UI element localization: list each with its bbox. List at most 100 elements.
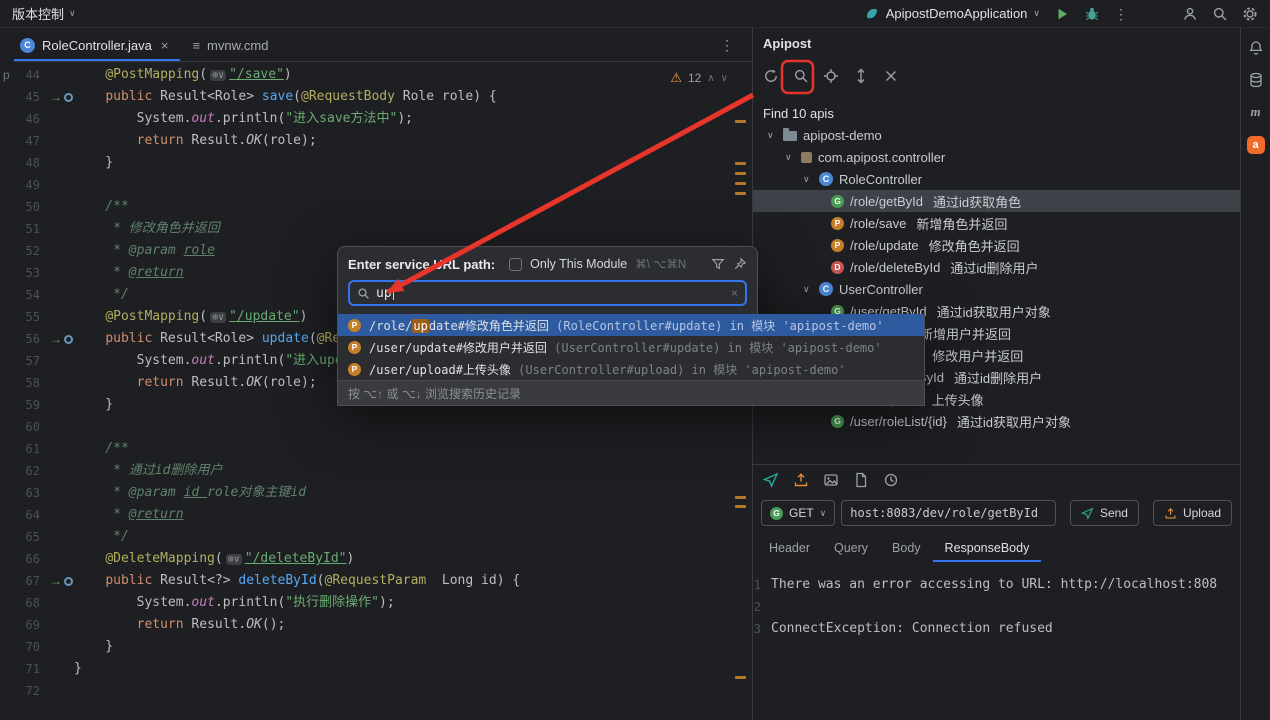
line-number[interactable]: 68 <box>14 592 50 614</box>
code-line[interactable]: 60 <box>0 416 752 438</box>
code-text[interactable]: } <box>74 658 82 680</box>
line-number[interactable]: 55 <box>14 306 50 328</box>
chevron-down-icon[interactable]: ∨ <box>767 130 777 141</box>
code-line[interactable]: 61 /** <box>0 438 752 460</box>
line-number[interactable]: 71 <box>14 658 50 680</box>
code-text[interactable]: } <box>74 636 113 658</box>
code-line[interactable]: 46 System.out.println("进入save方法中"); <box>0 108 752 130</box>
code-line[interactable]: 62 * 通过id删除用户 <box>0 460 752 482</box>
tab-query[interactable]: Query <box>822 534 880 562</box>
line-number[interactable]: 67 <box>14 570 50 592</box>
code-line[interactable]: 71} <box>0 658 752 680</box>
code-text[interactable]: @PostMapping(⊕∨ "/update") <box>74 306 307 328</box>
line-number[interactable]: 56 <box>14 328 50 350</box>
tool-stripe-label[interactable]: p <box>3 68 10 82</box>
code-text[interactable]: public Result<Role> save(@RequestBody Ro… <box>74 86 496 108</box>
warning-stripe-mark[interactable] <box>735 676 746 679</box>
code-text[interactable]: * 通过id删除用户 <box>74 460 222 482</box>
code-line[interactable]: 44 @PostMapping(⊕∨ "/save") <box>0 64 752 86</box>
code-text[interactable]: return Result.OK(); <box>74 614 286 636</box>
locate-icon[interactable] <box>823 68 839 84</box>
code-text[interactable]: * @return <box>74 262 183 284</box>
code-line[interactable]: 51 * 修改角色并返回 <box>0 218 752 240</box>
user-icon[interactable] <box>1182 6 1198 22</box>
run-endpoint-icon[interactable]: → <box>50 86 62 108</box>
only-module-checkbox[interactable] <box>509 257 523 271</box>
tab-header[interactable]: Header <box>757 534 822 562</box>
code-line[interactable]: 47 return Result.OK(role); <box>0 130 752 152</box>
code-line[interactable]: 70 } <box>0 636 752 658</box>
refresh-icon[interactable] <box>763 68 779 84</box>
inspections-widget[interactable]: ⚠ 12 ∧ ∨ <box>670 70 728 86</box>
response-line[interactable]: 1 There was an error accessing to URL: ht… <box>753 574 1240 596</box>
code-line[interactable]: 63 * @param id role对象主键id <box>0 482 752 504</box>
line-number[interactable]: 53 <box>14 262 50 284</box>
line-number[interactable]: 52 <box>14 240 50 262</box>
search-result-row[interactable]: P/role/update#修改角色并返回 (RoleController#up… <box>338 314 924 336</box>
upload-icon[interactable] <box>793 472 809 488</box>
line-number[interactable]: 62 <box>14 460 50 482</box>
vcs-widget[interactable]: 版本控制 ∨ <box>12 4 76 23</box>
line-number[interactable]: 69 <box>14 614 50 636</box>
tab-body[interactable]: Body <box>880 534 933 562</box>
search-result-row[interactable]: P/user/upload#上传头像 (UserController#uploa… <box>338 358 924 380</box>
prev-warning-icon[interactable]: ∧ <box>707 73 714 84</box>
code-text[interactable]: /** <box>74 196 129 218</box>
response-line[interactable]: 2 <box>753 596 1240 618</box>
api-tree-item[interactable]: P/role/save 新增角色并返回 <box>753 212 1240 234</box>
method-dropdown[interactable]: G GET ∨ <box>761 500 836 526</box>
code-line[interactable]: 64 * @return <box>0 504 752 526</box>
line-number[interactable]: 45 <box>14 86 50 108</box>
checkbox-label[interactable]: Only This Module <box>530 257 627 271</box>
mapping-icon[interactable] <box>64 334 73 344</box>
collapse-icon[interactable] <box>883 68 899 84</box>
send-plane-icon[interactable] <box>763 472 779 488</box>
code-line[interactable]: 65 */ <box>0 526 752 548</box>
line-number[interactable]: 49 <box>14 174 50 196</box>
next-warning-icon[interactable]: ∨ <box>721 73 728 84</box>
line-number[interactable]: 61 <box>14 438 50 460</box>
image-icon[interactable] <box>823 472 839 488</box>
tab-mvnw[interactable]: ≡ mvnw.cmd <box>180 29 280 61</box>
mapping-icon[interactable] <box>64 576 73 586</box>
code-text[interactable]: /** <box>74 438 129 460</box>
code-text[interactable]: } <box>74 152 113 174</box>
line-number[interactable]: 64 <box>14 504 50 526</box>
code-text[interactable]: * @param id role对象主键id <box>74 482 306 504</box>
url-input[interactable]: host:8083/dev/role/getById <box>841 500 1056 526</box>
code-text[interactable]: System.out.println("执行删除操作"); <box>74 592 395 614</box>
code-text[interactable]: */ <box>74 526 129 548</box>
code-line[interactable]: 68 System.out.println("执行删除操作"); <box>0 592 752 614</box>
code-text[interactable]: @PostMapping(⊕∨ "/save") <box>74 64 291 86</box>
code-text[interactable]: System.out.println("进入save方法中"); <box>74 108 413 130</box>
search-icon[interactable] <box>1212 6 1228 22</box>
document-icon[interactable] <box>853 472 869 488</box>
close-icon[interactable]: × <box>161 38 169 53</box>
line-number[interactable]: 58 <box>14 372 50 394</box>
warning-stripe-mark[interactable] <box>735 172 746 175</box>
code-text[interactable]: public Result<?> deleteById(@RequestPara… <box>74 570 520 592</box>
line-number[interactable]: 57 <box>14 350 50 372</box>
line-number[interactable]: 59 <box>14 394 50 416</box>
response-viewer[interactable]: 1 There was an error accessing to URL: ht… <box>753 566 1240 720</box>
maven-icon[interactable]: m <box>1250 104 1260 120</box>
pin-icon[interactable] <box>733 257 747 271</box>
mapping-icon[interactable] <box>64 92 73 102</box>
code-text[interactable]: @DeleteMapping(⊕∨ "/deleteById") <box>74 548 354 570</box>
chevron-down-icon[interactable]: ∨ <box>785 152 795 163</box>
code-text[interactable]: return Result.OK(role); <box>74 372 317 394</box>
line-number[interactable]: 60 <box>14 416 50 438</box>
warning-stripe-mark[interactable] <box>735 505 746 508</box>
debug-button[interactable] <box>1084 6 1100 22</box>
code-line[interactable]: 66 @DeleteMapping(⊕∨ "/deleteById") <box>0 548 752 570</box>
line-number[interactable]: 72 <box>14 680 50 702</box>
search-result-row[interactable]: P/user/update#修改用户并返回 (UserController#up… <box>338 336 924 358</box>
send-button[interactable]: Send <box>1069 500 1139 526</box>
tab-options-icon[interactable]: ⋮ <box>720 37 734 53</box>
api-tree-item[interactable]: G/user/roleList/{id} 通过id获取用户对象 <box>753 410 1240 432</box>
line-number[interactable]: 70 <box>14 636 50 658</box>
tab-responsebody[interactable]: ResponseBody <box>933 534 1042 562</box>
code-line[interactable]: 69 return Result.OK(); <box>0 614 752 636</box>
run-endpoint-icon[interactable]: → <box>50 328 62 350</box>
more-actions-button[interactable]: ⋮ <box>1114 6 1128 22</box>
